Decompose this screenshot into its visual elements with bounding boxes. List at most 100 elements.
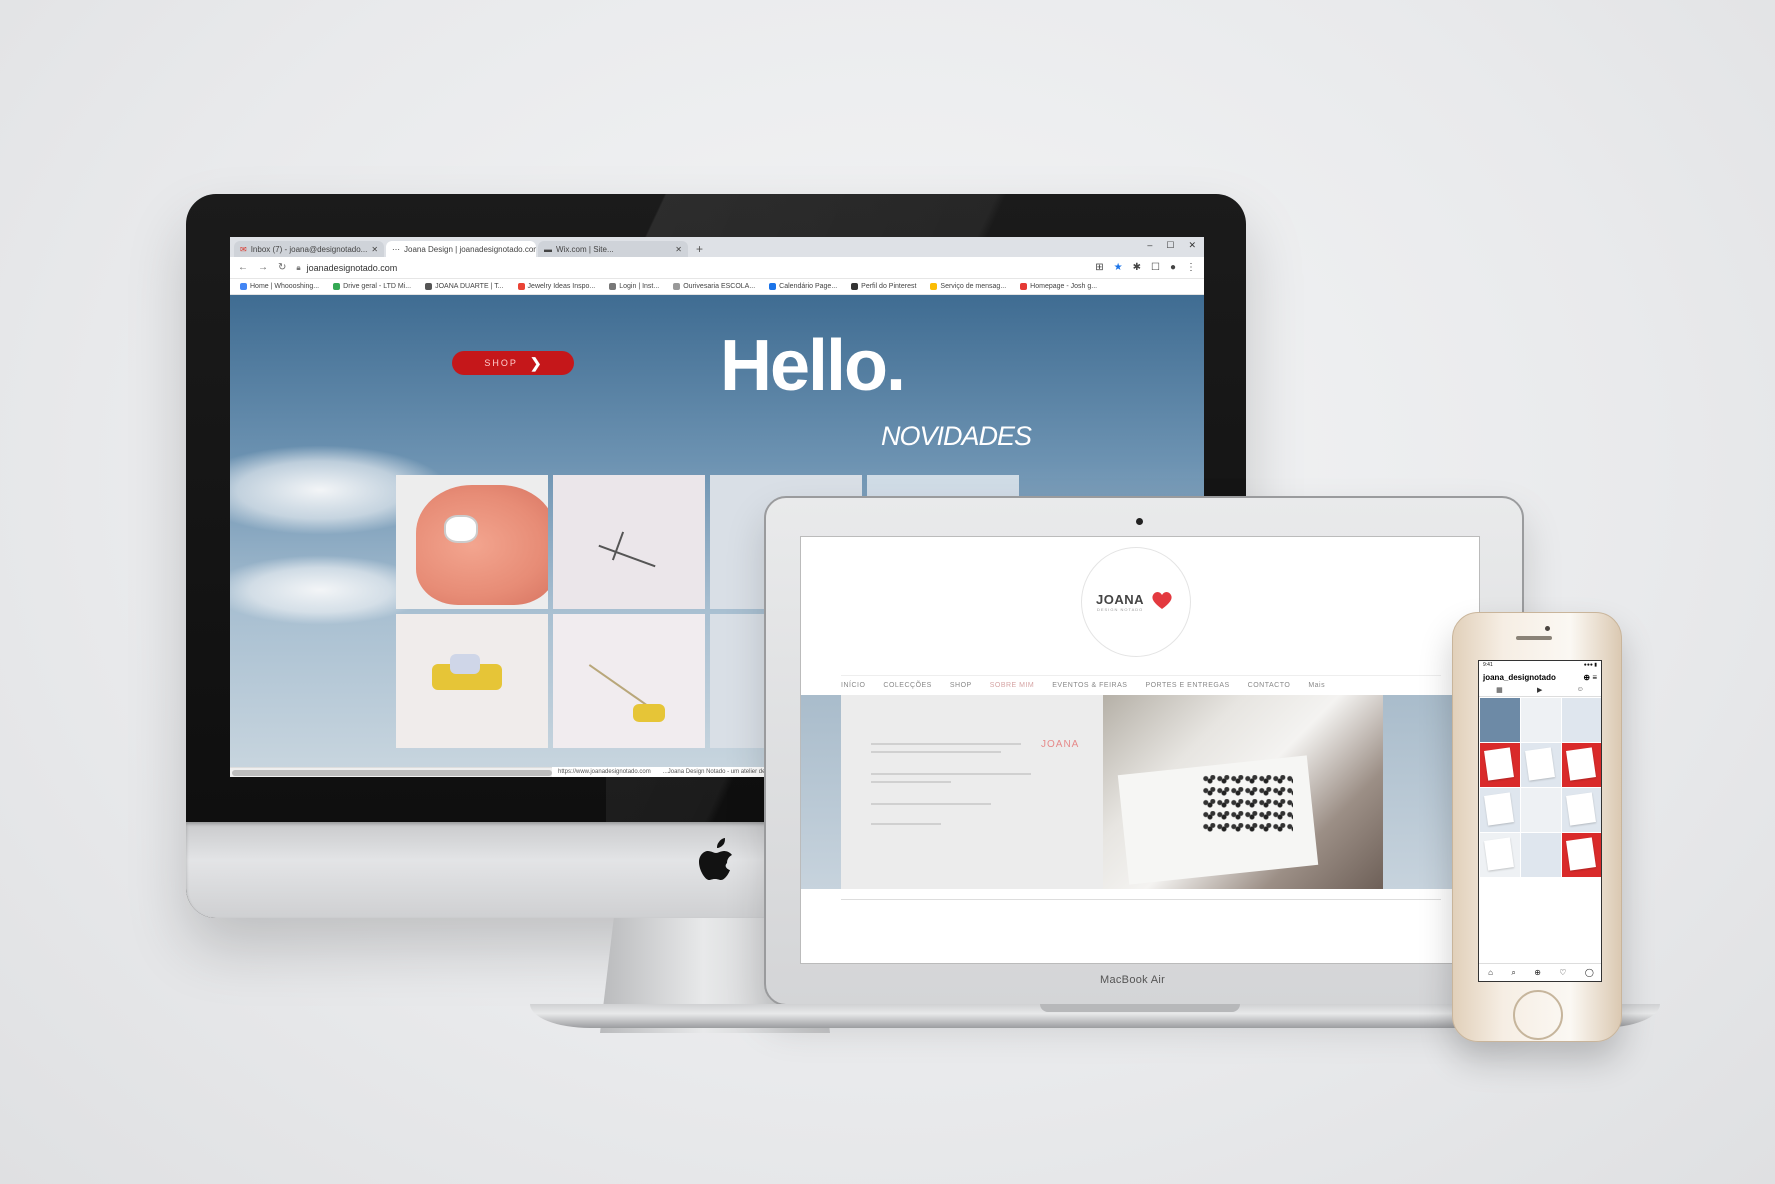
translate-icon[interactable]: ⊞ — [1095, 262, 1103, 273]
tagged-tab-icon[interactable]: ☺ — [1577, 686, 1584, 694]
lock-icon: 🔒︎ — [296, 262, 301, 272]
nav-item-active[interactable]: SOBRE MIM — [990, 682, 1035, 689]
polaroid — [1484, 837, 1514, 871]
post-thumb[interactable] — [1562, 833, 1601, 877]
text-line — [871, 803, 991, 805]
bookmark-favicon-icon — [425, 283, 433, 290]
close-tab-icon[interactable]: ✕ — [675, 245, 682, 254]
nav-item[interactable]: PORTES E ENTREGAS — [1145, 682, 1229, 689]
polaroid — [1484, 747, 1514, 781]
pin-photo — [598, 544, 656, 568]
brooch-photo — [633, 704, 665, 722]
product-tile[interactable] — [553, 614, 705, 748]
new-tab-button[interactable]: + — [690, 241, 709, 257]
post-thumb[interactable] — [1480, 833, 1520, 877]
profile-header: joana_designotado ⊕ ≡ — [1479, 671, 1601, 684]
apple-logo-icon — [699, 838, 732, 880]
macbook-notch — [1040, 1004, 1240, 1012]
nav-item[interactable]: Mais — [1308, 682, 1325, 689]
post-thumb[interactable] — [1562, 743, 1601, 787]
section-title: NOVIDADES — [881, 421, 1032, 451]
bookmark-item[interactable]: Homepage - Josh g... — [1020, 283, 1097, 290]
post-thumb[interactable] — [1521, 788, 1561, 832]
post-thumb[interactable] — [1521, 698, 1561, 742]
polaroid — [1525, 747, 1555, 781]
bookmark-item[interactable]: Login | Inst... — [609, 283, 659, 290]
minimize-icon[interactable]: – — [1147, 240, 1152, 251]
nav-item[interactable]: CONTACTO — [1248, 682, 1291, 689]
product-tile[interactable] — [396, 475, 548, 609]
close-window-icon[interactable]: ✕ — [1188, 240, 1196, 251]
nav-item[interactable]: INÍCIO — [841, 682, 865, 689]
bookmark-favicon-icon — [851, 283, 859, 290]
nav-item[interactable]: COLECÇÕES — [883, 682, 931, 689]
bookmark-item[interactable]: JOANA DUARTE | T... — [425, 283, 504, 290]
url-field[interactable]: 🔒︎ joanadesignotado.com — [296, 263, 1085, 273]
reload-icon[interactable]: ↻ — [278, 262, 286, 273]
star-icon[interactable]: ★ — [1114, 262, 1123, 273]
post-thumb[interactable] — [1521, 743, 1561, 787]
profile-icon[interactable]: ◯ — [1585, 968, 1594, 977]
post-thumb[interactable] — [1480, 743, 1520, 787]
post-thumb[interactable] — [1480, 788, 1520, 832]
bookmark-favicon-icon — [930, 283, 938, 290]
footer-strip — [841, 899, 1441, 939]
iphone-screen: 9:41 ●●● ▮ joana_designotado ⊕ ≡ ▦ ▶ ☺ ⌂… — [1478, 660, 1602, 982]
text-line — [871, 743, 1021, 745]
about-card: JOANA — [841, 695, 1103, 889]
menu-dots-icon[interactable]: ⋮ — [1186, 262, 1196, 273]
bookmark-favicon-icon — [517, 283, 525, 290]
bookmark-item[interactable]: Jewelry Ideas Inspo... — [517, 283, 595, 290]
cast-icon[interactable]: ☐ — [1151, 262, 1160, 273]
browser-tab-active[interactable]: ⋯ Joana Design | joanadesignotado.com ✕ — [386, 241, 536, 257]
add-post-icon[interactable]: ⊕ — [1534, 968, 1541, 977]
browser-tab[interactable]: ✉ Inbox (7) - joana@designotado... ✕ — [234, 241, 384, 257]
browser-tab[interactable]: ▬ Wix.com | Site... ✕ — [538, 241, 688, 257]
window-controls: – ☐ ✕ — [1147, 240, 1196, 251]
search-icon[interactable]: ⌕ — [1511, 968, 1515, 978]
heart-icon[interactable]: ♡ — [1559, 968, 1566, 977]
puzzle-icon[interactable]: ✱ — [1133, 262, 1141, 273]
camera-icon — [1136, 518, 1143, 525]
close-tab-icon[interactable]: ✕ — [371, 245, 378, 254]
bookmark-item[interactable]: Drive geral - LTD Mi... — [333, 283, 411, 290]
bookmark-item[interactable]: Ourivesaria ESCOLA... — [673, 283, 755, 290]
profile-username: joana_designotado — [1483, 673, 1556, 682]
maximize-icon[interactable]: ☐ — [1166, 240, 1174, 251]
product-tile[interactable] — [553, 475, 705, 609]
post-thumb[interactable] — [1480, 698, 1520, 742]
heart-logo-icon — [1152, 592, 1172, 609]
scrollbar-thumb[interactable] — [232, 770, 552, 776]
home-button[interactable] — [1513, 990, 1563, 1040]
forward-icon[interactable]: → — [258, 262, 268, 273]
post-thumb[interactable] — [1521, 833, 1561, 877]
pin-photo — [588, 664, 648, 706]
bookmark-favicon-icon — [769, 283, 777, 290]
post-thumb[interactable] — [1562, 698, 1601, 742]
post-thumb[interactable] — [1562, 788, 1601, 832]
text-line — [871, 751, 1001, 753]
nav-item[interactable]: SHOP — [950, 682, 972, 689]
profile-menu-icon[interactable]: ⊕ ≡ — [1583, 673, 1597, 682]
bookmark-item[interactable]: Perfil do Pinterest — [851, 283, 916, 290]
bookmark-item[interactable]: Calendário Page... — [769, 283, 837, 290]
shop-button[interactable]: SHOP ❯ — [452, 351, 574, 375]
home-icon[interactable]: ⌂ — [1488, 968, 1493, 977]
front-camera-icon — [1545, 626, 1550, 631]
phone-status-bar: 9:41 ●●● ▮ — [1483, 662, 1597, 668]
bookmark-item[interactable]: Serviço de mensag... — [930, 283, 1006, 290]
post-grid — [1479, 697, 1601, 878]
pin-photo — [611, 531, 625, 561]
profile-avatar-icon[interactable]: ● — [1170, 262, 1176, 273]
bookmark-item[interactable]: Home | Whoooshing... — [240, 283, 319, 290]
chevron-right-icon: ❯ — [529, 354, 542, 371]
back-icon[interactable]: ← — [238, 262, 248, 273]
reels-tab-icon[interactable]: ▶ — [1537, 686, 1542, 694]
product-tile[interactable] — [396, 614, 548, 748]
nav-item[interactable]: EVENTOS & FEIRAS — [1052, 682, 1127, 689]
polaroid — [1566, 747, 1596, 781]
bookmark-favicon-icon — [673, 283, 681, 290]
grid-tab-icon[interactable]: ▦ — [1496, 686, 1503, 694]
macbook-label: MacBook Air — [1100, 974, 1166, 986]
phone-bottom-nav: ⌂ ⌕ ⊕ ♡ ◯ — [1479, 963, 1601, 981]
